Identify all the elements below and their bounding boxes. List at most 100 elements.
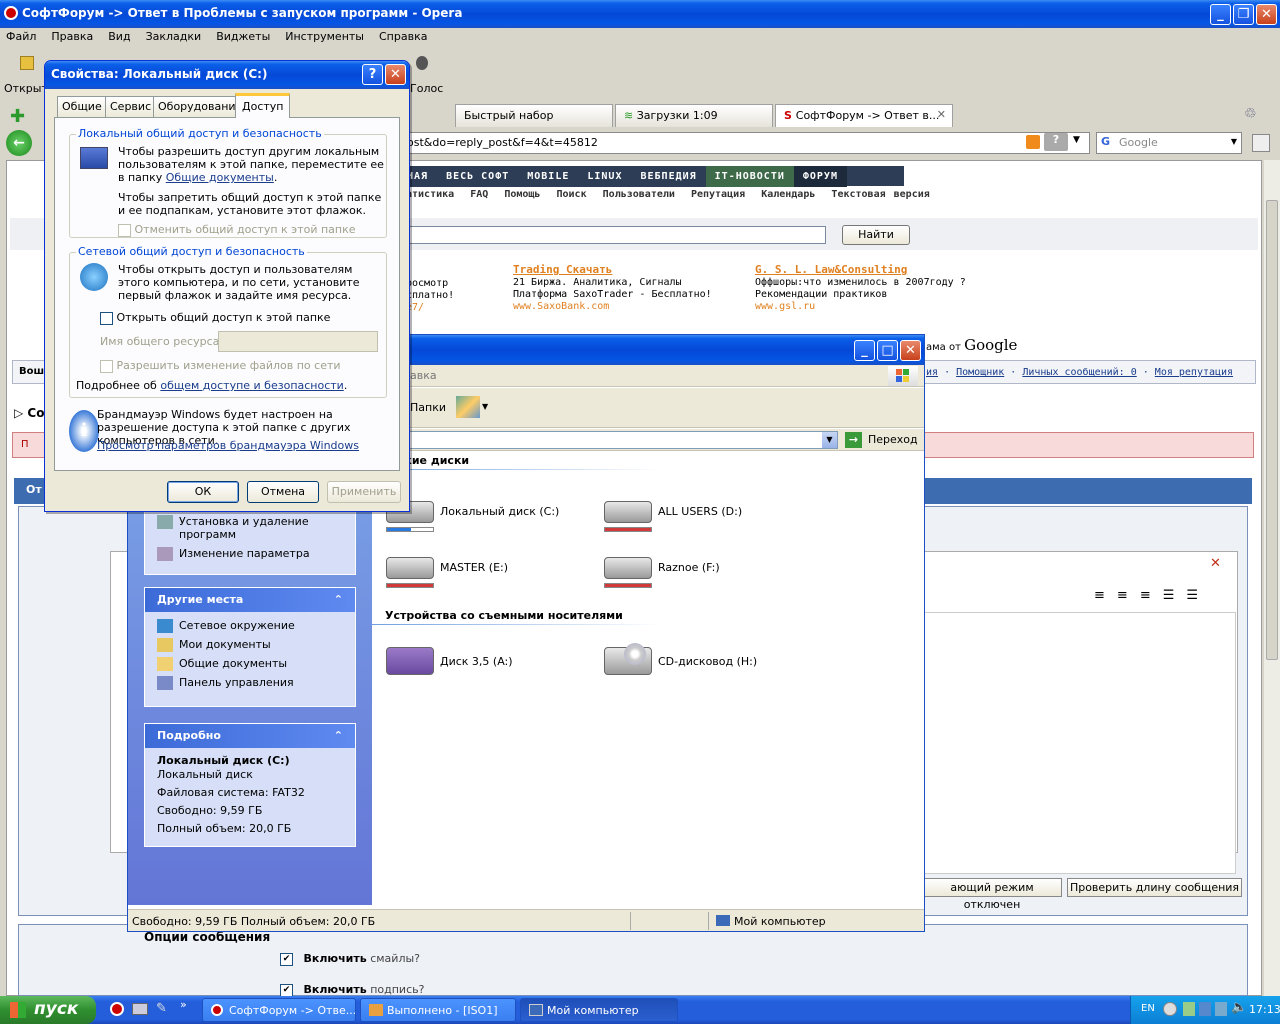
nav-it-news[interactable]: IT-НОВОСТИ — [705, 166, 794, 187]
explorer-close-button[interactable]: ✕ — [900, 340, 921, 361]
expand-quicklaunch-icon[interactable]: » — [180, 998, 187, 1011]
voice-icon[interactable] — [416, 56, 428, 70]
cd-drive[interactable]: CD-дисковод (H:) — [604, 643, 804, 687]
tab-general[interactable]: Общие — [57, 96, 107, 117]
details-header[interactable]: Подробно ⌃ — [145, 724, 355, 748]
explorer-maximize-button[interactable]: □ — [877, 340, 898, 361]
section-toggle[interactable]: ▷ Со — [14, 406, 44, 420]
desktop-quicklaunch-icon[interactable] — [132, 1003, 148, 1015]
ordered-list-icon[interactable]: ☰ — [1163, 588, 1187, 603]
folders-button[interactable]: Папки — [410, 401, 446, 414]
explorer-minimize-button[interactable]: _ — [854, 340, 875, 361]
tab-service[interactable]: Сервис — [105, 96, 157, 117]
back-icon[interactable]: ← — [6, 130, 32, 156]
nav-soft[interactable]: ВЕСЬ СОФТ — [437, 166, 519, 187]
menu-tools[interactable]: Инструменты — [285, 30, 364, 43]
floppy-drive[interactable]: Диск 3,5 (A:) — [386, 647, 586, 687]
dialog-help-button[interactable]: ? — [362, 64, 383, 85]
task-my-computer[interactable]: Мой компьютер — [520, 998, 678, 1022]
volume-icon[interactable]: 🔈 — [1231, 1000, 1247, 1015]
maximize-button[interactable]: ❐ — [1233, 4, 1254, 25]
shared-docs-link[interactable]: Общие документы — [166, 171, 274, 184]
share-folder-checkbox[interactable]: Открыть общий доступ к этой папке — [100, 311, 330, 325]
change-setting-link[interactable]: Изменение параметра — [145, 544, 355, 563]
option-smiles[interactable]: ✔ Включить смайлы? — [280, 952, 420, 966]
tab-hardware[interactable]: Оборудование — [153, 96, 248, 117]
open-label[interactable]: Открыт — [4, 82, 48, 95]
menu-help[interactable]: Справка — [379, 30, 427, 43]
go-arrow-icon[interactable]: → — [845, 432, 862, 448]
go-button[interactable]: Переход — [868, 433, 918, 446]
address-bar[interactable]: ost&do=reply_post&f=4&t=45812 — [400, 132, 1090, 154]
help-icon[interactable]: ? — [1044, 133, 1068, 151]
ok-button[interactable]: ОК — [167, 481, 239, 503]
task-done[interactable]: Выполнено - [ISO1] — [360, 998, 516, 1022]
search-input[interactable]: G Google ▼ — [1096, 132, 1242, 154]
my-documents-link[interactable]: Мои документы — [145, 635, 355, 654]
nav-webpedia[interactable]: ВЕБПЕДИЯ — [631, 166, 706, 187]
tab-speed-dial[interactable]: Быстрый набор — [455, 104, 613, 127]
find-button[interactable]: Найти — [842, 225, 910, 245]
explorer-address-input[interactable] — [396, 431, 838, 449]
shared-documents-link[interactable]: Общие документы — [145, 654, 355, 673]
allow-changes-checkbox[interactable]: Разрешить изменение файлов по сети — [100, 359, 341, 373]
menu-file[interactable]: Файл — [6, 30, 36, 43]
network-places-link[interactable]: Сетевое окружение — [145, 616, 355, 635]
nav-linux[interactable]: LINUX — [578, 166, 632, 187]
drive-d[interactable]: ALL USERS (D:) — [604, 497, 804, 537]
drive-c[interactable]: Локальный диск (C:) — [386, 497, 586, 537]
nav-forum[interactable]: ФОРУМ — [793, 166, 847, 187]
tab-close-icon[interactable]: ✕ — [937, 108, 946, 121]
ad-2-title[interactable]: Trading Скачать — [513, 264, 712, 276]
menu-edit[interactable]: Правка — [51, 30, 93, 43]
editor-textarea[interactable] — [920, 612, 1236, 874]
language-indicator[interactable]: EN — [1141, 1003, 1155, 1014]
opera-quicklaunch-icon[interactable] — [110, 1002, 124, 1016]
rss-icon[interactable] — [1026, 135, 1040, 149]
drive-e[interactable]: MASTER (E:) — [386, 553, 586, 593]
add-remove-programs-link[interactable]: Установка и удаление программ — [145, 512, 355, 544]
tray-monitor-icon[interactable] — [1215, 1002, 1227, 1016]
other-places-header[interactable]: Другие места ⌃ — [145, 588, 355, 612]
address-dropdown-icon[interactable]: ▼ — [822, 432, 837, 448]
tray-arrow-icon[interactable] — [1163, 1002, 1177, 1016]
wysiwyg-toggle-button[interactable]: ающий режим отключен — [922, 878, 1062, 911]
editor-close-icon[interactable]: ✕ — [1210, 556, 1221, 571]
dialog-close-button[interactable]: ✕ — [385, 64, 406, 85]
chevron-down-icon[interactable]: ▼ — [1073, 135, 1080, 145]
open-folder-icon[interactable] — [20, 56, 34, 70]
panels-icon[interactable] — [1252, 134, 1270, 152]
cancel-sharing-checkbox[interactable]: Отменить общий доступ к этой папке — [118, 223, 356, 237]
start-button[interactable]: пуск — [0, 996, 96, 1024]
scrollbar[interactable] — [1264, 160, 1280, 996]
minimize-button[interactable]: _ — [1210, 4, 1231, 25]
apply-button[interactable]: Применить — [327, 481, 401, 503]
tab-softforum[interactable]: S СофтФорум -> Ответ в... ✕ — [775, 104, 953, 127]
align-left-icon[interactable]: ≡ — [1094, 588, 1117, 603]
cancel-button[interactable]: Отмена — [247, 481, 319, 503]
new-tab-icon[interactable]: ✚ — [10, 106, 25, 127]
share-name-input[interactable] — [218, 331, 378, 352]
views-icon[interactable] — [456, 396, 480, 418]
drive-f[interactable]: Raznoe (F:) — [604, 553, 804, 593]
firewall-settings-link[interactable]: Просмотр параметров брандмауэра Windows — [97, 439, 359, 452]
menu-widgets[interactable]: Виджеты — [216, 30, 270, 43]
sharing-info-link[interactable]: общем доступе и безопасности — [160, 379, 343, 392]
menu-view[interactable]: Вид — [108, 30, 130, 43]
tab-sharing[interactable]: Доступ — [235, 93, 291, 118]
nav-mobile[interactable]: MOBILE — [518, 166, 579, 187]
ad-3-title[interactable]: G. S. L. Law&Consulting — [755, 264, 966, 276]
trash-icon[interactable]: ♲ — [1244, 106, 1257, 122]
close-button[interactable]: ✕ — [1256, 4, 1277, 25]
tool-quicklaunch-icon[interactable]: ✎ — [156, 1001, 167, 1016]
option-signature[interactable]: ✔ Включить подпись? — [280, 983, 424, 997]
menu-bookmarks[interactable]: Закладки — [146, 30, 202, 43]
forum-search-input[interactable] — [400, 226, 826, 244]
bullet-list-icon[interactable]: ☰ — [1186, 588, 1210, 603]
control-panel-link[interactable]: Панель управления — [145, 673, 355, 692]
tray-network-icon[interactable] — [1183, 1002, 1195, 1016]
tray-shield-icon[interactable] — [1199, 1002, 1211, 1016]
task-opera[interactable]: СофтФорум -> Отве... — [202, 998, 356, 1022]
align-center-icon[interactable]: ≡ — [1117, 588, 1140, 603]
voice-label[interactable]: Голос — [410, 82, 443, 95]
